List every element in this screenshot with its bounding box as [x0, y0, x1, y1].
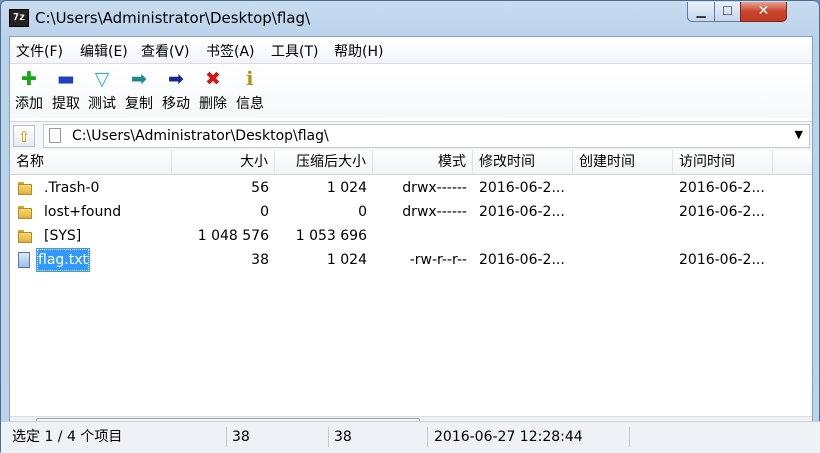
column-packed-size[interactable]: 压缩后大小: [275, 150, 373, 174]
row-accessed: 2016-06-2...: [679, 252, 765, 268]
info-label: 信息: [236, 96, 264, 112]
row-modified: 2016-06-2...: [479, 204, 565, 220]
row-accessed: 2016-06-2...: [679, 204, 765, 220]
menu-view[interactable]: 查看(V): [141, 41, 190, 61]
row-modified: 2016-06-2...: [479, 180, 565, 196]
menu-file[interactable]: 文件(F): [16, 41, 63, 61]
row-name: [SYS]: [44, 228, 82, 244]
row-size: 38: [251, 252, 269, 268]
row-created: [573, 224, 673, 248]
row-created: [573, 248, 673, 272]
table-row[interactable]: [SYS] 1 048 576 1 053 696: [10, 224, 812, 248]
chevron-down-icon[interactable]: ▼: [795, 128, 803, 141]
row-packed-size: 1 024: [326, 252, 367, 268]
client-area: 文件(F) 编辑(E) 查看(V) 书签(A) 工具(T) 帮助(H) ✚ 添加…: [9, 36, 813, 446]
status-size: 38: [229, 427, 329, 447]
row-name: lost+found: [44, 204, 122, 220]
row-packed-size: 1 024: [326, 180, 367, 196]
row-accessed: [673, 224, 773, 248]
address-path: C:\Users\Administrator\Desktop\flag\: [72, 128, 329, 144]
row-mode: drwx------: [402, 180, 467, 196]
file-list[interactable]: 名称 大小 压缩后大小 模式 修改时间 创建时间 访问时间 .Trash-0 5…: [10, 150, 812, 412]
row-created: [573, 176, 673, 200]
row-accessed: 2016-06-2...: [679, 180, 765, 196]
row-modified: 2016-06-2...: [479, 252, 565, 268]
7zip-app-icon[interactable]: 7z: [9, 9, 29, 27]
column-modified[interactable]: 修改时间: [473, 150, 573, 174]
folder-icon: [18, 229, 32, 243]
column-mode[interactable]: 模式: [373, 150, 473, 174]
info-button[interactable]: ℹ 信息: [228, 68, 272, 113]
row-name: .Trash-0: [44, 180, 100, 196]
close-button[interactable]: ✕: [740, 2, 787, 22]
row-packed-size: 0: [358, 204, 367, 220]
row-mode: drwx------: [402, 204, 467, 220]
menu-help[interactable]: 帮助(H): [334, 41, 383, 61]
folder-icon: [18, 181, 32, 195]
status-bar: 选定 1 / 4 个项目 38 38 2016-06-27 12:28:44: [1, 421, 820, 453]
maximize-button[interactable]: ☐: [714, 2, 741, 22]
text-file-icon: [18, 252, 30, 268]
row-modified: [473, 224, 573, 248]
address-bar: ⇧ C:\Users\Administrator\Desktop\flag\ ▼: [10, 121, 812, 151]
row-created: [573, 200, 673, 224]
menu-edit[interactable]: 编辑(E): [80, 41, 128, 61]
status-packed-size: 38: [331, 427, 428, 447]
menu-bookmarks[interactable]: 书签(A): [206, 41, 255, 61]
toolbar: ✚ 添加 ▬ 提取 ▽ 测试 ➡ 复制 ➡ 移动 ✖ 删除 ℹ 信息: [10, 64, 812, 118]
status-modified: 2016-06-27 12:28:44: [430, 427, 630, 447]
info-icon: ℹ: [246, 68, 254, 90]
app-window: 7z C:\Users\Administrator\Desktop\flag\ …: [0, 0, 820, 453]
row-mode: [373, 224, 473, 248]
minimize-button[interactable]: ▁: [687, 2, 715, 22]
column-size[interactable]: 大小: [172, 150, 275, 174]
column-name[interactable]: 名称: [10, 150, 172, 174]
menu-tools[interactable]: 工具(T): [271, 41, 318, 61]
column-accessed[interactable]: 访问时间: [673, 150, 773, 174]
menu-bar: 文件(F) 编辑(E) 查看(V) 书签(A) 工具(T) 帮助(H): [10, 37, 812, 64]
column-created[interactable]: 创建时间: [573, 150, 673, 174]
row-name[interactable]: flag.txt: [36, 248, 90, 272]
row-size: 0: [260, 204, 269, 220]
row-packed-size: 1 053 696: [295, 228, 367, 244]
window-title: C:\Users\Administrator\Desktop\flag\: [35, 9, 311, 27]
row-mode: -rw-r--r--: [409, 252, 467, 268]
table-row[interactable]: .Trash-0 56 1 024 drwx------ 2016-06-2..…: [10, 176, 812, 200]
folder-path-icon: [49, 128, 61, 143]
row-size: 1 048 576: [197, 228, 269, 244]
row-size: 56: [251, 180, 269, 196]
table-row[interactable]: lost+found 0 0 drwx------ 2016-06-2... 2…: [10, 200, 812, 224]
address-input[interactable]: C:\Users\Administrator\Desktop\flag\ ▼: [43, 124, 810, 148]
up-folder-icon[interactable]: ⇧: [13, 125, 35, 147]
table-row-selected[interactable]: flag.txt 38 1 024 -rw-r--r-- 2016-06-2..…: [10, 248, 812, 272]
title-bar[interactable]: 7z C:\Users\Administrator\Desktop\flag\ …: [1, 1, 819, 36]
status-selection: 选定 1 / 4 个项目: [9, 427, 227, 447]
folder-icon: [18, 205, 32, 219]
list-header: 名称 大小 压缩后大小 模式 修改时间 创建时间 访问时间: [10, 150, 812, 175]
